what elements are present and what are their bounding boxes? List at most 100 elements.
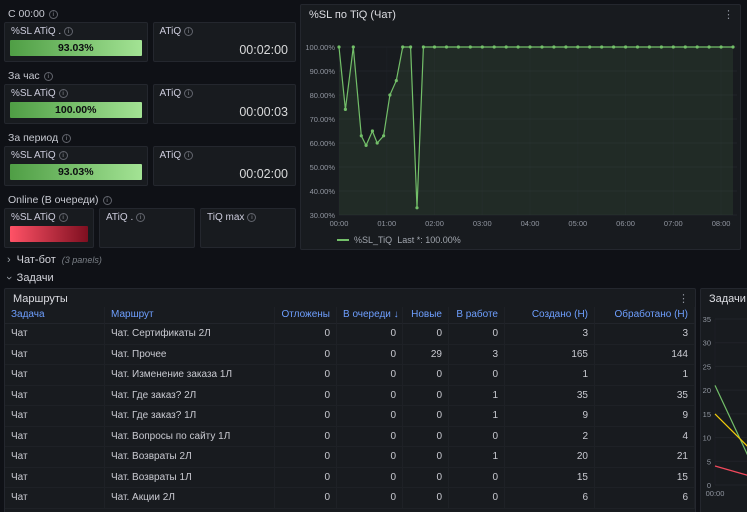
table-cell: 0 (337, 386, 403, 407)
legend-series-swatch (337, 239, 349, 241)
svg-text:25: 25 (703, 362, 711, 371)
stat-value: 00:02:00 (239, 43, 288, 57)
svg-text:08:00: 08:00 (712, 219, 731, 228)
table-cell: 0 (275, 324, 337, 345)
legend-series-name[interactable]: %SL_TiQ (354, 235, 392, 245)
column-header[interactable]: Задача (5, 307, 105, 324)
bar-gauge: 100.00% (10, 102, 142, 118)
table-cell: 0 (337, 488, 403, 509)
column-header[interactable]: Маршрут (105, 307, 275, 324)
info-icon[interactable]: i (247, 213, 256, 222)
table-cell: Чат. Акции 2Л (105, 488, 275, 509)
table-cell: 0 (275, 427, 337, 448)
table-row[interactable]: ЧатЧат. Изменение заказа 1Л000011 (5, 365, 695, 386)
chart-legend[interactable]: %SL_TiQ Last *: 100.00% (337, 235, 461, 245)
table-header: ЗадачаМаршрутОтложеныВ очереди ↓НовыеВ р… (5, 307, 695, 324)
svg-text:02:00: 02:00 (425, 219, 444, 228)
routes-table-panel: Маршруты ⋮ ЗадачаМаршрутОтложеныВ очеред… (4, 288, 696, 512)
table-row[interactable]: ЧатЧат. Вопросы по сайту 1Л000024 (5, 427, 695, 448)
info-icon[interactable]: i (44, 72, 53, 81)
table-cell: 0 (337, 427, 403, 448)
column-header[interactable]: Новые (403, 307, 449, 324)
row-title-s3[interactable]: Online (В очереди) i (8, 193, 112, 207)
table-cell: 0 (337, 468, 403, 489)
table-cell: 35 (505, 386, 595, 407)
column-header[interactable]: В очереди ↓ (337, 307, 403, 324)
stat-panel-sl-online: %SL ATiQ i (4, 208, 94, 248)
table-cell: 0 (403, 468, 449, 489)
stat-panel-sl: %SL ATiQ . i 93.03% (4, 22, 148, 62)
column-header[interactable]: Создано (Н) (505, 307, 595, 324)
table-cell: 0 (275, 365, 337, 386)
info-icon[interactable]: i (49, 10, 58, 19)
row-toggle-tasks[interactable]: › Задачи (7, 272, 54, 284)
table-cell: Чат (5, 427, 105, 448)
svg-text:06:00: 06:00 (616, 219, 635, 228)
column-header[interactable]: В работе (449, 307, 505, 324)
table-cell: 0 (403, 386, 449, 407)
table-cell: 0 (337, 365, 403, 386)
table-row[interactable]: ЧатЧат. Возвраты 1Л00001515 (5, 468, 695, 489)
panel-menu-icon[interactable]: ⋮ (723, 8, 734, 21)
panel-title-text: ATiQ (160, 88, 182, 99)
table-cell: 0 (275, 488, 337, 509)
table-cell: 20 (505, 447, 595, 468)
table-row[interactable]: ЧатЧат. Сертификаты 2Л000033 (5, 324, 695, 345)
row-title-s1[interactable]: За час i (8, 69, 53, 83)
panel-title: ATiQ i (154, 85, 296, 99)
row-title-s2[interactable]: За период i (8, 131, 71, 145)
table-cell: Чат (5, 406, 105, 427)
panel-title-text: Маршруты (13, 293, 68, 305)
table-cell: Чат. Прочее (105, 345, 275, 366)
svg-text:40.00%: 40.00% (310, 187, 336, 196)
table-cell: 9 (595, 406, 695, 427)
svg-text:00:00: 00:00 (330, 219, 349, 228)
table-row[interactable]: ЧатЧат. Акции 2Л000066 (5, 488, 695, 509)
table-cell: 3 (505, 324, 595, 345)
panel-title: %SL ATiQ . i (5, 23, 147, 37)
timeseries-panel: %SL по TiQ (Чат) ⋮ 00:0001:0002:0003:000… (300, 4, 741, 250)
table-cell: 0 (403, 406, 449, 427)
table-row[interactable]: ЧатЧат. Где заказ? 2Л00013535 (5, 386, 695, 407)
table-row[interactable]: ЧатЧат. Возвраты 2Л00012021 (5, 447, 695, 468)
table-cell: Чат. Возвраты 1Л (105, 468, 275, 489)
panel-title-text: TiQ max (207, 212, 244, 223)
stat-panel-atiq: ATiQ i 00:02:00 (153, 22, 297, 62)
panel-title: %SL ATiQ i (5, 85, 147, 99)
svg-text:10: 10 (703, 434, 711, 443)
table-cell: Чат (5, 324, 105, 345)
table-cell: 0 (275, 447, 337, 468)
column-header[interactable]: Обработано (Н) (595, 307, 695, 324)
table-cell: 165 (505, 345, 595, 366)
panel-title-text: ATiQ . (106, 212, 133, 223)
row-toggle-chatbot[interactable]: › Чат-бот (3 panels) (7, 254, 102, 266)
table-cell: Чат (5, 447, 105, 468)
info-icon[interactable]: i (184, 27, 193, 36)
panel-title-text: ATiQ (160, 150, 182, 161)
column-header[interactable]: Отложены (275, 307, 337, 324)
table-cell: 144 (595, 345, 695, 366)
table-row[interactable]: ЧатЧат. Где заказ? 1Л000199 (5, 406, 695, 427)
panel-menu-icon[interactable]: ⋮ (678, 292, 689, 305)
table-cell: 21 (595, 447, 695, 468)
stat-value: 00:02:00 (239, 167, 288, 181)
info-icon[interactable]: i (59, 89, 68, 98)
info-icon[interactable]: i (184, 151, 193, 160)
table-cell: 6 (505, 488, 595, 509)
row-label: Чат-бот (17, 254, 56, 266)
info-icon[interactable]: i (64, 27, 73, 36)
row-title-s0[interactable]: С 00:00 i (8, 7, 58, 21)
sl-tiq-chart[interactable]: 00:0001:0002:0003:0004:0005:0006:0007:00… (305, 23, 742, 235)
tasks-chart[interactable]: 00:0035302520151050 (701, 309, 747, 512)
table-cell: 1 (449, 386, 505, 407)
info-icon[interactable]: i (103, 196, 112, 205)
info-icon[interactable]: i (59, 151, 68, 160)
info-icon[interactable]: i (59, 213, 68, 222)
table-cell: 0 (449, 427, 505, 448)
info-icon[interactable]: i (136, 213, 145, 222)
svg-text:04:00: 04:00 (521, 219, 540, 228)
table-cell: 0 (275, 345, 337, 366)
info-icon[interactable]: i (184, 89, 193, 98)
info-icon[interactable]: i (62, 134, 71, 143)
table-row[interactable]: ЧатЧат. Прочее00293165144 (5, 345, 695, 366)
